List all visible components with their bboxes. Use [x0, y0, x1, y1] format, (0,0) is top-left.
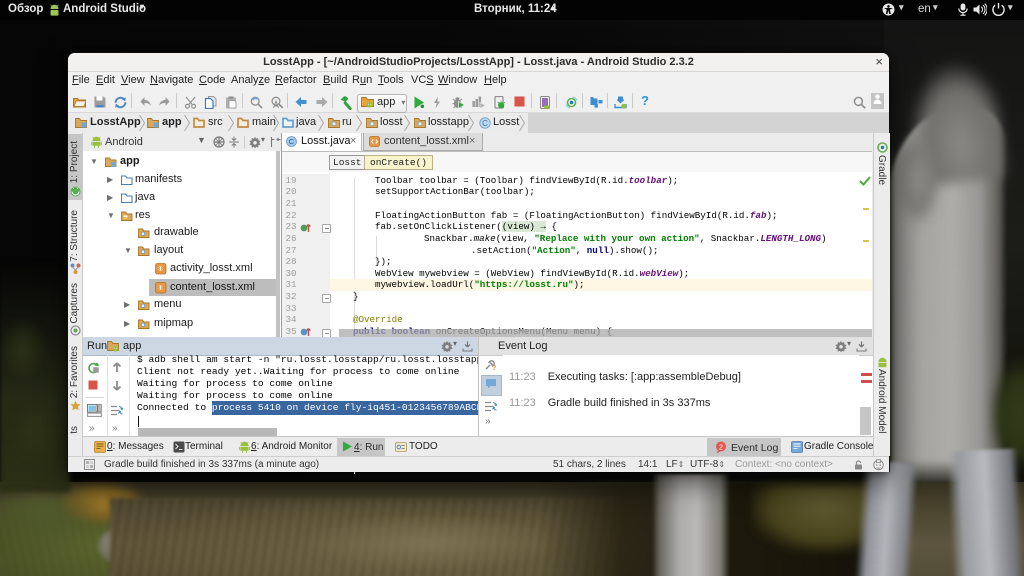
svg-text:C: C	[289, 137, 295, 146]
svg-text:?: ?	[492, 365, 496, 371]
svg-text:C: C	[482, 119, 488, 128]
svg-text:2: 2	[719, 442, 723, 451]
